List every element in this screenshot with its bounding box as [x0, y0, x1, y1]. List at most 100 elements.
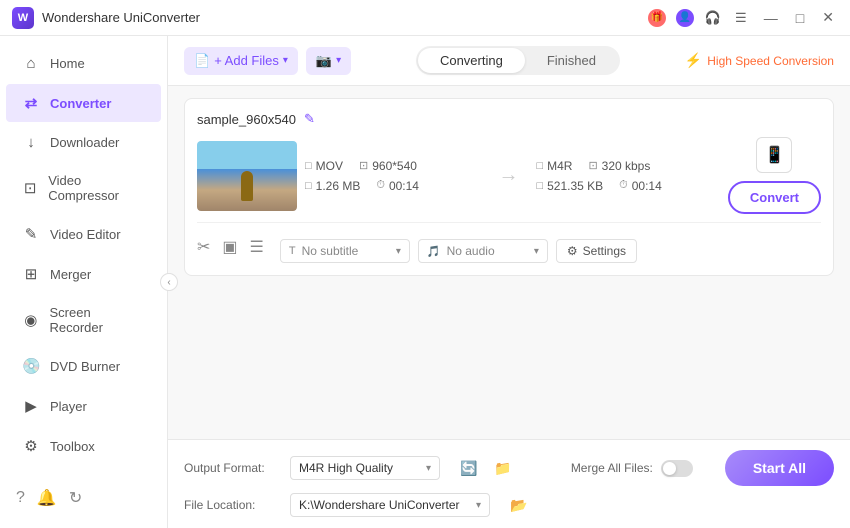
- minimize-button[interactable]: —: [760, 8, 782, 28]
- user-icon[interactable]: 👤: [676, 9, 694, 27]
- input-size: □ 1.26 MB: [305, 179, 360, 193]
- meta-row-1: □ MOV ⊡ 960*540: [305, 159, 480, 173]
- home-icon: ⌂: [22, 55, 40, 72]
- snapshot-icon: 📷: [316, 53, 332, 69]
- output-duration-icon: ⏱: [619, 179, 628, 192]
- output-row-2: □ 521.35 KB ⏱ 00:14: [536, 179, 711, 193]
- settings-label: Settings: [583, 244, 626, 258]
- bottom-bar: Output Format: M4R High Quality ▾ 🔄 📁 Me…: [168, 439, 850, 528]
- tab-converting[interactable]: Converting: [418, 48, 525, 73]
- subtitle-dropdown[interactable]: T No subtitle ▾: [280, 239, 410, 263]
- resolution-icon: ⊡: [359, 159, 368, 172]
- refresh-format-icon[interactable]: 🔄: [456, 455, 482, 481]
- player-icon: ▶: [22, 397, 40, 415]
- output-row-1: □ M4R ⊡ 320 kbps: [536, 159, 711, 173]
- crop-icon[interactable]: ▣: [222, 237, 237, 257]
- toggle-knob: [663, 462, 676, 475]
- format-select[interactable]: M4R High Quality ▾: [290, 456, 440, 480]
- input-size-value: 1.26 MB: [316, 179, 361, 193]
- snapshot-button[interactable]: 📷 ▾: [306, 47, 351, 75]
- browse-format-icon[interactable]: 📁: [490, 455, 516, 481]
- add-files-label: + Add Files: [214, 53, 279, 68]
- sidebar-item-label: Player: [50, 399, 87, 414]
- subtitle-icon: T: [289, 245, 296, 257]
- output-size-value: 521.35 KB: [547, 179, 603, 193]
- snapshot-chevron: ▾: [336, 55, 341, 66]
- convert-actions: 📱 Convert: [728, 137, 821, 214]
- sidebar-item-label: Video Compressor: [48, 173, 145, 203]
- video-editor-icon: ✎: [22, 225, 40, 243]
- start-all-button[interactable]: Start All: [725, 450, 834, 486]
- duration-icon: ⏱: [376, 179, 385, 192]
- sidebar-item-video-editor[interactable]: ✎ Video Editor: [6, 215, 161, 253]
- file-location-input[interactable]: K:\Wondershare UniConverter ▾: [290, 493, 490, 517]
- sidebar-item-label: Downloader: [50, 135, 119, 150]
- file-edit-icon[interactable]: ✎: [304, 111, 315, 127]
- dvd-burner-icon: 💿: [22, 357, 40, 375]
- headset-icon[interactable]: 🎧: [704, 9, 722, 27]
- app-logo: W: [12, 7, 34, 29]
- sidebar-item-merger[interactable]: ⊞ Merger: [6, 255, 161, 293]
- audio-chevron: ▾: [534, 246, 539, 257]
- output-format-value: M4R: [547, 159, 572, 173]
- bottom-icons: 🔄 📁: [456, 455, 516, 481]
- device-icon-button[interactable]: 📱: [756, 137, 792, 173]
- tab-finished[interactable]: Finished: [525, 48, 618, 73]
- input-format-value: MOV: [316, 159, 343, 173]
- sidebar-item-label: Toolbox: [50, 439, 95, 454]
- input-meta: □ MOV ⊡ 960*540 □ 1.26 MB: [305, 159, 480, 193]
- format-chevron: ▾: [426, 463, 431, 474]
- toolbar: 📄 + Add Files ▾ 📷 ▾ Converting Finished …: [168, 36, 850, 86]
- sidebar-bottom: ? 🔔 ↻: [0, 476, 167, 520]
- sidebar-item-downloader[interactable]: ↓ Downloader: [6, 124, 161, 161]
- sidebar-item-toolbox[interactable]: ⚙ Toolbox: [6, 427, 161, 465]
- sidebar-item-home[interactable]: ⌂ Home: [6, 45, 161, 82]
- location-chevron: ▾: [476, 500, 481, 511]
- output-format-label: Output Format:: [184, 461, 274, 475]
- titlebar-right: 🎁 👤 🎧 ☰ — □ ✕: [648, 7, 838, 28]
- input-resolution-value: 960*540: [372, 159, 417, 173]
- maximize-button[interactable]: □: [792, 8, 808, 28]
- cut-icon[interactable]: ✂: [197, 237, 210, 257]
- content-area: 📄 + Add Files ▾ 📷 ▾ Converting Finished …: [168, 36, 850, 528]
- sidebar-item-screen-recorder[interactable]: ◉ Screen Recorder: [6, 295, 161, 345]
- add-files-button[interactable]: 📄 + Add Files ▾: [184, 47, 298, 75]
- close-button[interactable]: ✕: [818, 7, 838, 28]
- effects-icon[interactable]: ☰: [250, 237, 264, 257]
- refresh-icon[interactable]: ↻: [69, 488, 82, 508]
- help-icon[interactable]: ?: [16, 489, 25, 507]
- sidebar-item-video-compressor[interactable]: ⊡ Video Compressor: [6, 163, 161, 213]
- toolbox-icon: ⚙: [22, 437, 40, 455]
- audio-dropdown[interactable]: 🎵 No audio ▾: [418, 239, 548, 263]
- collapse-sidebar-button[interactable]: ‹: [160, 273, 178, 291]
- subtitle-chevron: ▾: [396, 246, 401, 257]
- options-row: T No subtitle ▾ 🎵 No audio ▾ ⚙ Settings: [280, 239, 637, 263]
- format-icon: □: [305, 160, 312, 172]
- menu-icon[interactable]: ☰: [732, 9, 750, 27]
- sidebar-item-label: Converter: [50, 96, 111, 111]
- notification-icon[interactable]: 🔔: [37, 488, 57, 508]
- settings-button[interactable]: ⚙ Settings: [556, 239, 637, 263]
- sidebar-item-player[interactable]: ▶ Player: [6, 387, 161, 425]
- merge-toggle[interactable]: [661, 460, 693, 477]
- file-name: sample_960x540: [197, 112, 296, 127]
- input-format: □ MOV: [305, 159, 343, 173]
- audio-icon: 🎵: [427, 245, 441, 258]
- sidebar-item-converter[interactable]: ⇄ Converter: [6, 84, 161, 122]
- add-files-icon: 📄: [194, 53, 210, 69]
- screen-recorder-icon: ◉: [22, 311, 39, 329]
- output-format: □ M4R: [536, 159, 572, 173]
- titlebar: W Wondershare UniConverter 🎁 👤 🎧 ☰ — □ ✕: [0, 0, 850, 36]
- output-bitrate-value: 320 kbps: [602, 159, 651, 173]
- file-actions-row: ✂ ▣ ☰ T No subtitle ▾ 🎵 No audio: [197, 222, 821, 263]
- sidebar-item-dvd-burner[interactable]: 💿 DVD Burner: [6, 347, 161, 385]
- input-resolution: ⊡ 960*540: [359, 159, 417, 173]
- bottom-row-1: Output Format: M4R High Quality ▾ 🔄 📁 Me…: [184, 450, 834, 486]
- add-files-chevron: ▾: [283, 55, 288, 66]
- high-speed-indicator: ⚡ High Speed Conversion: [685, 52, 834, 69]
- convert-button[interactable]: Convert: [728, 181, 821, 214]
- high-speed-label: High Speed Conversion: [707, 54, 834, 68]
- browse-location-button[interactable]: 📂: [506, 492, 532, 518]
- gift-icon[interactable]: 🎁: [648, 9, 666, 27]
- titlebar-title: Wondershare UniConverter: [42, 10, 200, 25]
